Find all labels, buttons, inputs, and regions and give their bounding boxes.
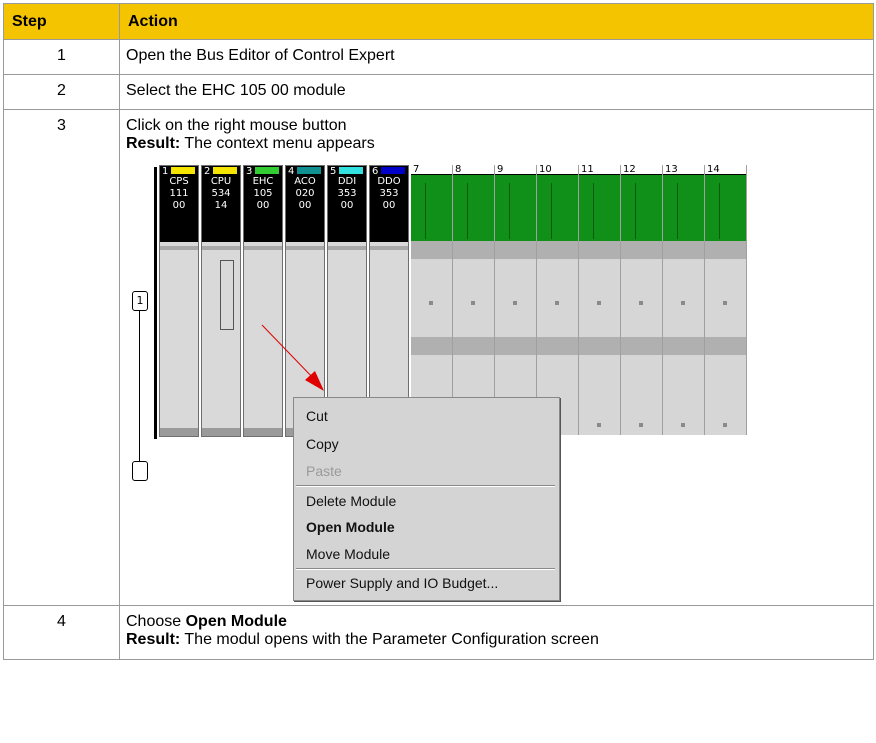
step-number: 2 xyxy=(3,74,120,110)
menu-item-cut[interactable]: Cut xyxy=(306,406,328,426)
action-header: Action xyxy=(119,3,874,40)
step-result: Result: The context menu appears xyxy=(126,135,873,153)
steps-table: Step Action 1 Open the Bus Editor of Con… xyxy=(3,3,874,660)
callout-line xyxy=(139,311,140,461)
bus-editor-figure: 1 CPS 111 00 2 CPU 534 14 3 EHC 105 00 4 ACO 020 00 5 DDI… xyxy=(132,164,774,605)
menu-item-copy[interactable]: Copy xyxy=(306,434,339,454)
step-header: Step xyxy=(3,3,120,40)
step-result: Result: The modul opens with the Paramet… xyxy=(126,631,873,649)
menu-item-paste[interactable]: Paste xyxy=(306,461,342,481)
table-row: 4 Choose Open Module Result: The modul o… xyxy=(3,605,874,660)
result-text: The modul opens with the Parameter Confi… xyxy=(180,631,599,648)
menu-item-move-module[interactable]: Move Module xyxy=(306,544,390,564)
result-label: Result: xyxy=(126,631,181,648)
result-label: Result: xyxy=(126,135,181,152)
menu-item-power-supply-budget[interactable]: Power Supply and IO Budget... xyxy=(306,573,498,593)
menu-separator xyxy=(296,568,555,570)
step-action: Choose Open Module xyxy=(126,613,873,631)
context-menu: Cut Copy Paste Delete Module Open Module… xyxy=(293,397,560,601)
action-prefix: Choose xyxy=(126,613,186,630)
step-number: 4 xyxy=(3,605,120,660)
step-action-cell: Choose Open Module Result: The modul ope… xyxy=(119,605,874,660)
step-action: Open the Bus Editor of Control Expert xyxy=(119,39,874,75)
step-number: 3 xyxy=(3,109,120,606)
rack-end-callout xyxy=(132,461,148,481)
menu-separator xyxy=(296,485,555,487)
action-bold: Open Module xyxy=(185,613,287,630)
step-number: 1 xyxy=(3,39,120,75)
table-row: 1 Open the Bus Editor of Control Expert xyxy=(3,39,874,75)
header-row: Step Action xyxy=(3,3,874,40)
menu-item-open-module[interactable]: Open Module xyxy=(306,517,395,537)
step-action: Select the EHC 105 00 module xyxy=(119,74,874,110)
result-text: The context menu appears xyxy=(180,135,375,152)
step-action-cell: Click on the right mouse button Result: … xyxy=(119,109,874,606)
step-action: Click on the right mouse button xyxy=(126,117,347,134)
menu-item-delete-module[interactable]: Delete Module xyxy=(306,491,396,511)
table-row: 2 Select the EHC 105 00 module xyxy=(3,74,874,110)
table-row: 3 Click on the right mouse button Result… xyxy=(3,109,874,606)
rack-number-callout: 1 xyxy=(132,291,148,311)
